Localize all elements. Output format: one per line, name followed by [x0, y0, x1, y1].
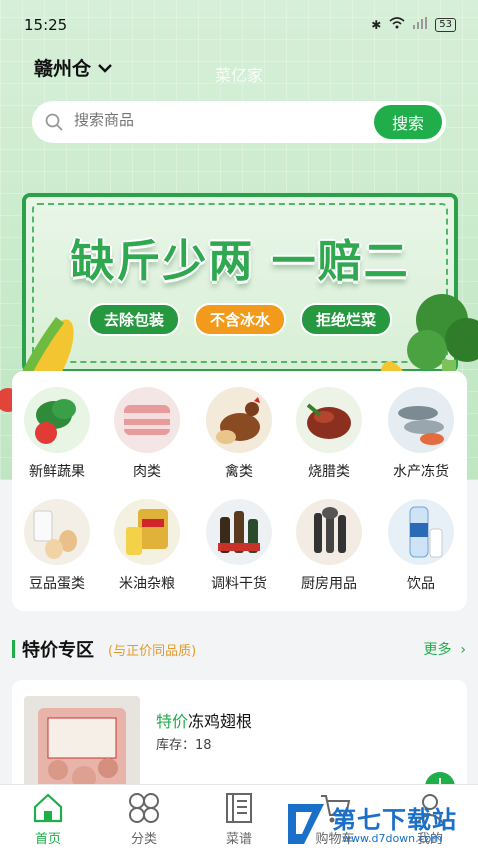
- status-time: 15:25: [24, 16, 68, 34]
- category-label: 烧腊类: [308, 464, 350, 480]
- category-label: 水产冻货: [393, 464, 449, 480]
- search-button[interactable]: 搜索: [374, 105, 442, 139]
- drinks-icon: [388, 499, 454, 565]
- wifi-icon: [389, 17, 405, 32]
- category-vegetables[interactable]: 新鲜蔬果: [12, 371, 102, 481]
- product-title: 冻鸡翅根: [188, 712, 253, 731]
- poultry-icon: [206, 387, 272, 453]
- category-eggs[interactable]: 豆品蛋类: [12, 483, 102, 593]
- category-label: 调料干货: [211, 576, 267, 592]
- home-icon: [33, 793, 63, 823]
- roast-meat-icon: [296, 387, 362, 453]
- section-accent-bar: [12, 640, 15, 658]
- category-label: 米油杂粮: [119, 576, 175, 592]
- category-label: 新鲜蔬果: [29, 464, 85, 480]
- banner-tag: 不含冰水: [193, 303, 286, 336]
- watermark-url: www.d7down.com: [342, 832, 443, 845]
- tab-home[interactable]: 首页: [0, 785, 96, 850]
- rice-oil-icon: [114, 499, 180, 565]
- tab-label: 菜谱: [225, 832, 252, 847]
- product-tag: 特价: [156, 712, 189, 731]
- category-poultry[interactable]: 禽类: [194, 371, 284, 481]
- kitchenware-icon: [296, 499, 362, 565]
- tab-label: 首页: [34, 832, 61, 847]
- category-meat[interactable]: 肉类: [102, 371, 192, 481]
- app-title: 菜亿家: [214, 66, 263, 85]
- category-icon: [129, 793, 159, 823]
- category-roast-meat[interactable]: 烧腊类: [284, 371, 374, 481]
- watermark-logo: [288, 804, 324, 844]
- status-icons: ✱ 53: [371, 17, 456, 32]
- category-seafood[interactable]: 水产冻货: [376, 371, 466, 481]
- category-seasoning[interactable]: 调料干货: [194, 483, 284, 593]
- category-drinks[interactable]: 饮品: [376, 483, 466, 593]
- signal-icon: [413, 17, 428, 32]
- search-input[interactable]: [74, 112, 354, 129]
- category-label: 豆品蛋类: [29, 576, 85, 592]
- eggs-icon: [24, 499, 90, 565]
- vegetables-icon: [24, 387, 90, 453]
- search-icon: [45, 113, 63, 131]
- category-rice-oil[interactable]: 米油杂粮: [102, 483, 192, 593]
- status-bar: 15:25 ✱ 53: [0, 0, 478, 50]
- search-bar[interactable]: 搜索: [32, 101, 446, 143]
- category-label: 肉类: [133, 464, 161, 480]
- product-stock: 库存：18: [156, 738, 212, 753]
- category-kitchenware[interactable]: 厨房用品: [284, 483, 374, 593]
- site-watermark: 第七下载站 www.d7down.com: [282, 798, 478, 850]
- bluetooth-icon: ✱: [371, 17, 382, 32]
- category-label: 厨房用品: [301, 576, 357, 592]
- section-title: 特价专区: [22, 640, 94, 661]
- product-name: 特价冻鸡翅根: [156, 708, 252, 732]
- more-link[interactable]: 更多 ›: [423, 639, 466, 659]
- special-section-header: 特价专区 (与正价同品质) 更多 ›: [12, 636, 466, 664]
- tab-recipe[interactable]: 菜谱: [191, 785, 287, 850]
- more-label: 更多: [423, 642, 452, 658]
- watermark-text: 第七下载站: [332, 806, 457, 834]
- tab-label: 分类: [130, 832, 157, 847]
- battery-icon: 53: [435, 17, 456, 32]
- category-label: 饮品: [407, 576, 435, 592]
- category-grid: 新鲜蔬果 肉类 禽类 烧腊类 水产冻货 豆品蛋类 米油杂粮 调料干货 厨房用品 …: [12, 371, 467, 611]
- product-card[interactable]: 特价冻鸡翅根 库存：18 +: [12, 680, 467, 800]
- seasoning-icon: [206, 499, 272, 565]
- meat-icon: [114, 387, 180, 453]
- category-label: 禽类: [225, 464, 253, 480]
- recipe-icon: [226, 793, 252, 823]
- seafood-icon: [388, 387, 454, 453]
- chevron-right-icon: ›: [455, 642, 466, 658]
- section-subtitle: (与正价同品质): [108, 644, 197, 659]
- tab-category[interactable]: 分类: [96, 785, 192, 850]
